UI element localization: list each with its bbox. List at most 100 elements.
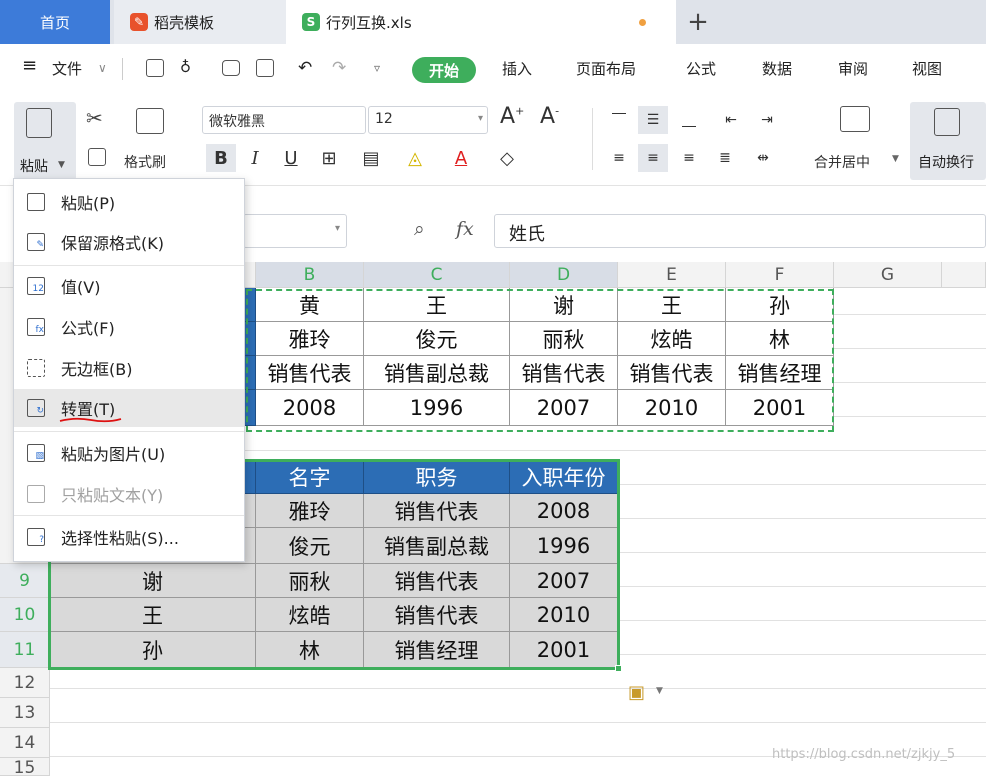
decrease-font-icon[interactable]: A- <box>540 104 559 129</box>
column-header-h[interactable] <box>942 262 986 288</box>
print-icon[interactable] <box>222 60 240 76</box>
caret-down-icon: ▼ <box>58 160 65 170</box>
align-middle-icon[interactable]: ☰ <box>638 106 668 134</box>
wrap-text-label: 自动换行 <box>918 155 974 171</box>
format-painter-icon[interactable] <box>136 108 164 134</box>
picture-icon: ▧ <box>27 444 45 462</box>
fx-icon[interactable]: fx <box>456 218 474 240</box>
fill-handle[interactable] <box>615 665 622 672</box>
column-header-b[interactable]: B <box>256 262 364 288</box>
font-color-icon[interactable]: A <box>446 144 476 172</box>
italic-button[interactable]: I <box>240 144 270 172</box>
chevron-down-icon[interactable]: ∨ <box>98 61 107 75</box>
column-header-e[interactable]: E <box>618 262 726 288</box>
paste-option-label: 只粘贴文本(Y) <box>61 486 164 505</box>
paste-option-paste[interactable]: 粘贴(P) <box>14 183 244 221</box>
paste-option-keep-source-format[interactable]: ✎ 保留源格式(K) <box>14 223 244 261</box>
paste-option-values[interactable]: 12 值(V) <box>14 267 244 305</box>
quick-access-dropdown-icon[interactable]: ▿ <box>374 61 380 75</box>
divider <box>592 108 593 170</box>
row-header-12[interactable]: 12 <box>0 668 50 698</box>
distribute-icon[interactable]: ⇹ <box>748 144 778 172</box>
paste-option-paste-special[interactable]: ? 选择性粘贴(S)... <box>14 518 244 556</box>
font-name-select[interactable]: 微软雅黑 <box>202 106 366 134</box>
redo-icon[interactable]: ↷ <box>332 58 346 78</box>
plus-icon: + <box>687 7 709 37</box>
caret-down-icon[interactable]: ▼ <box>656 686 663 696</box>
column-header-g[interactable]: G <box>834 262 942 288</box>
menu-formula[interactable]: 公式 <box>686 58 716 79</box>
keep-format-icon: ✎ <box>27 233 45 251</box>
column-header-d[interactable]: D <box>510 262 618 288</box>
wrap-text-button[interactable]: 自动换行 <box>910 102 986 180</box>
align-bottom-icon[interactable]: ⎽ <box>674 106 704 134</box>
copy-icon[interactable] <box>88 148 106 166</box>
print-preview-icon[interactable] <box>256 59 274 77</box>
underline-button[interactable]: U <box>276 144 306 172</box>
paste-option-label: 选择性粘贴(S)... <box>61 529 179 548</box>
cut-icon[interactable]: ✂ <box>86 106 103 130</box>
formula-input[interactable]: 姓氏 <box>494 214 986 248</box>
justify-icon[interactable]: ≣ <box>710 144 740 172</box>
menu-insert[interactable]: 插入 <box>502 58 532 79</box>
caret-down-icon[interactable]: ▼ <box>892 154 899 164</box>
transpose-icon: ↻ <box>27 399 45 417</box>
paste-special-icon: ? <box>27 528 45 546</box>
watermark: https://blog.csdn.net/zjkjy_5 <box>772 747 956 762</box>
paste-options-icon[interactable]: ▣ <box>628 682 645 703</box>
menu-file[interactable]: 文件 <box>52 58 82 79</box>
font-size-select[interactable]: 12 ▾ <box>368 106 488 134</box>
clear-format-icon[interactable]: ◇ <box>492 144 522 172</box>
row-header-10[interactable]: 10 <box>0 598 50 632</box>
paste-option-transpose[interactable]: ↻ 转置(T) <box>14 389 244 427</box>
tab-home-label: 首页 <box>39 13 70 32</box>
ribbon-toolbar: 粘贴 ▼ ✂ 格式刷 微软雅黑 12 ▾ A+ A- B I U ⊞ ▤ ◬ A… <box>0 94 986 186</box>
new-tab-button[interactable]: + <box>680 0 716 44</box>
menu-data[interactable]: 数据 <box>762 58 792 79</box>
menu-start[interactable]: 开始 <box>412 57 476 83</box>
fill-color-icon[interactable]: ◬ <box>400 144 430 172</box>
zoom-icon[interactable]: ⌕ <box>414 218 425 240</box>
merge-center-icon[interactable] <box>840 106 870 132</box>
row-header-11[interactable]: 11 <box>0 632 50 668</box>
tab-file[interactable]: S 行列互换.xls <box>286 0 676 44</box>
paste-option-label: 粘贴为图片(U) <box>61 445 166 464</box>
paste-option-label: 保留源格式(K) <box>61 234 164 253</box>
column-header-f[interactable]: F <box>726 262 834 288</box>
tab-bar: 首页 ✎ 稻壳模板 S 行列互换.xls + <box>0 0 986 44</box>
column-header-c[interactable]: C <box>364 262 510 288</box>
menu-page-layout[interactable]: 页面布局 <box>576 58 636 79</box>
menu-review[interactable]: 审阅 <box>838 58 868 79</box>
undo-icon[interactable]: ↶ <box>298 58 312 78</box>
align-top-icon[interactable]: ⎺ <box>604 106 634 134</box>
format-painter-label[interactable]: 格式刷 <box>124 152 166 172</box>
merge-center-button[interactable]: 合并居中 <box>814 152 870 172</box>
row-header-13[interactable]: 13 <box>0 698 50 728</box>
bold-button[interactable]: B <box>206 144 236 172</box>
align-left-icon[interactable]: ≡ <box>604 144 634 172</box>
paste-button[interactable]: 粘贴 ▼ <box>14 102 76 180</box>
row-header-9[interactable]: 9 <box>0 564 50 598</box>
tab-template[interactable]: ✎ 稻壳模板 <box>114 0 286 44</box>
tab-home[interactable]: 首页 <box>0 0 110 44</box>
save-icon[interactable] <box>146 59 164 77</box>
paste-option-formulas[interactable]: fx 公式(F) <box>14 308 244 346</box>
open-icon[interactable]: ♁ <box>180 58 191 76</box>
borders-icon[interactable]: ⊞ <box>314 144 344 172</box>
paste-option-no-borders[interactable]: 无边框(B) <box>14 349 244 387</box>
increase-indent-icon[interactable]: ⇥ <box>752 106 782 134</box>
decrease-indent-icon[interactable]: ⇤ <box>716 106 746 134</box>
increase-font-icon[interactable]: A+ <box>500 104 524 129</box>
name-box[interactable]: ▾ <box>243 214 347 248</box>
row-header-15[interactable]: 15 <box>0 758 50 778</box>
divider <box>14 431 244 432</box>
hamburger-menu-icon[interactable]: ≡ <box>22 55 37 76</box>
fill-style-icon[interactable]: ▤ <box>356 144 386 172</box>
align-right-icon[interactable]: ≡ <box>674 144 704 172</box>
align-center-icon[interactable]: ≡ <box>638 144 668 172</box>
unsaved-dot-icon <box>639 19 646 26</box>
menu-view[interactable]: 视图 <box>912 58 942 79</box>
divider <box>122 58 123 80</box>
row-header-14[interactable]: 14 <box>0 728 50 758</box>
paste-option-as-picture[interactable]: ▧ 粘贴为图片(U) <box>14 434 244 472</box>
